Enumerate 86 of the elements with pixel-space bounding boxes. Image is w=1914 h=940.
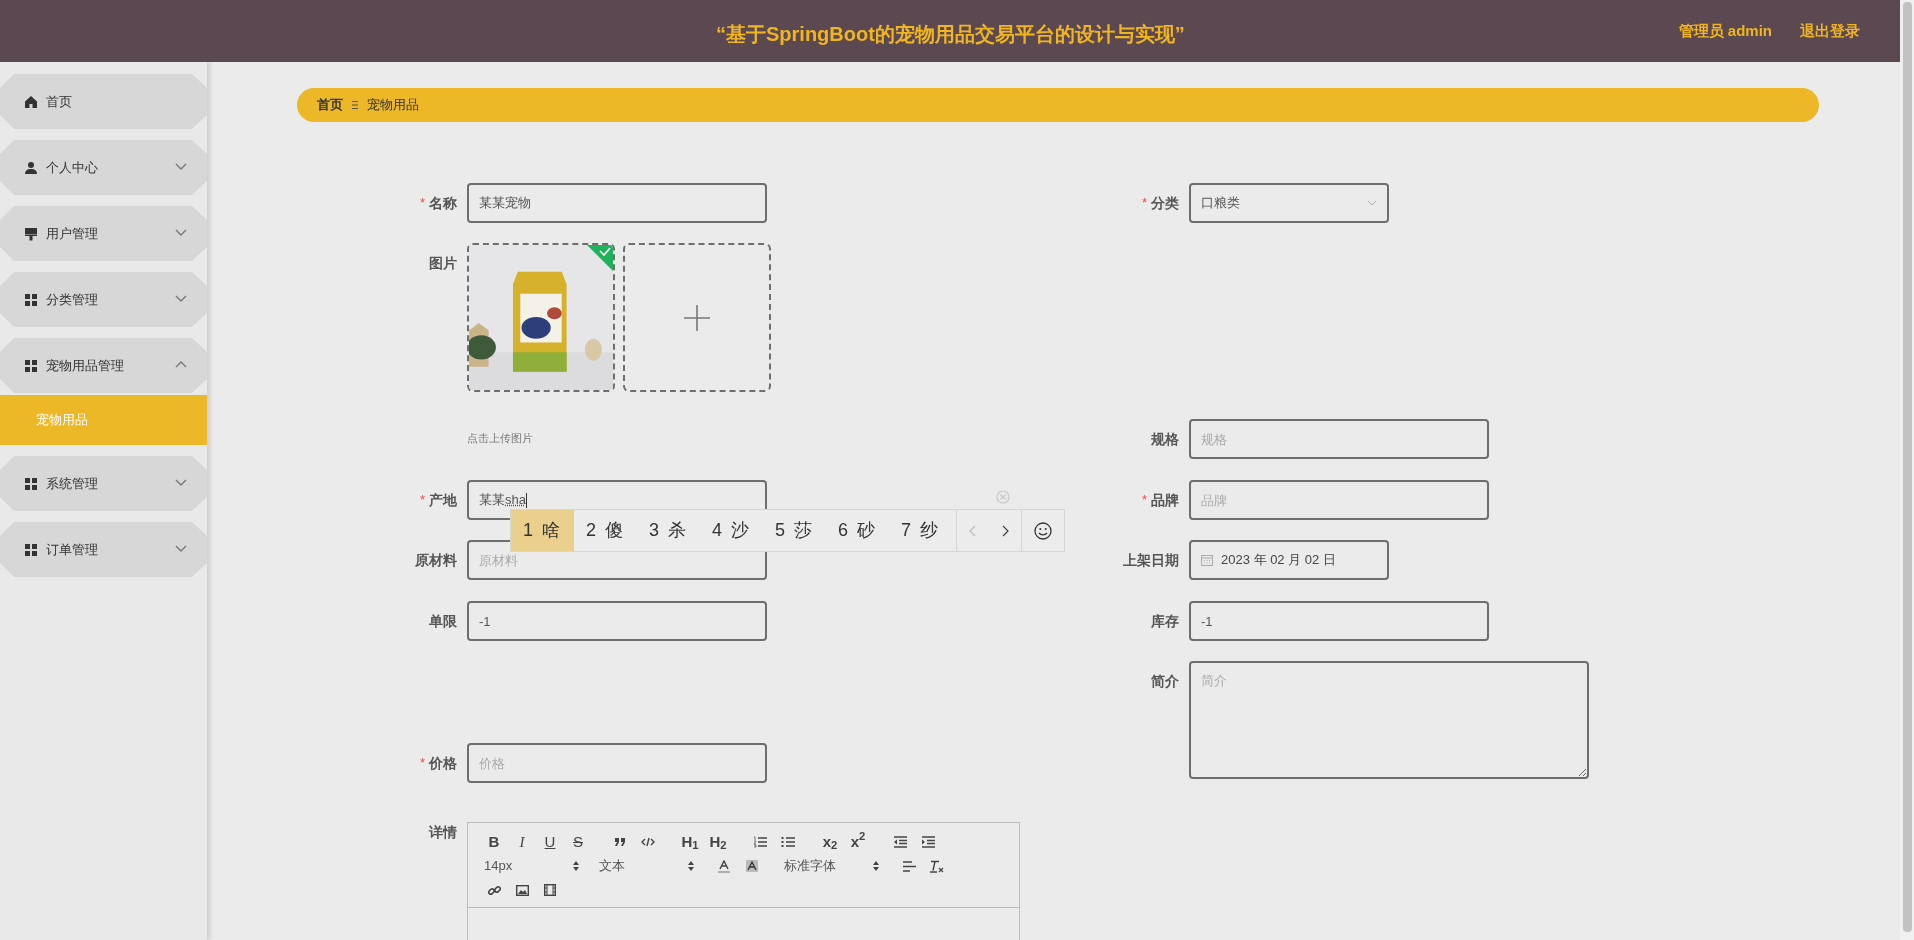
required-mark: * [419,491,425,510]
separator-icon [351,100,359,110]
highlight-icon [746,860,758,872]
field-label: 图片 [429,254,457,273]
app-title: “基于SpringBoot的宠物用品交易平台的设计与实现” [716,22,1185,47]
indent-icon [921,836,935,848]
candidate-option[interactable]: 6 砂 [826,510,890,551]
sort-arrows-icon [573,861,579,871]
logout-link[interactable]: 退出登录 [1800,19,1860,43]
input-field[interactable]: 规格 [1189,419,1489,459]
toolbar-button[interactable]: H$_{2}$ [704,831,732,853]
clear-format-icon [930,859,944,873]
toolbar-button[interactable]: x$^{2}$ [844,831,872,853]
textarea-field[interactable]: 简介 [1189,661,1589,779]
breadcrumb-link[interactable]: 首页 [317,95,343,115]
menu-item[interactable]: 用户管理 [0,206,207,261]
input-field[interactable]: -1 [467,601,767,641]
menu-item[interactable]: 宠物用品管理 [0,338,207,393]
field-label: 上架日期 [1123,550,1179,570]
grid-icon [24,542,38,557]
field-label: 简介 [1151,671,1179,691]
menu-item[interactable]: 分类管理 [0,272,207,327]
plus-icon [683,303,711,332]
menu-item[interactable]: 系统管理 [0,456,207,511]
field-label: 名称 [429,193,457,213]
upload-hint: 点击上传图片 [467,431,533,445]
field-label: 产地 [429,490,457,510]
sort-arrows-icon [873,861,879,871]
field-label: 价格 [429,753,457,773]
input-field[interactable]: 某某宠物 [467,183,767,223]
video-icon [544,884,556,896]
menu-item[interactable]: 个人中心 [0,140,207,195]
grid-icon [24,292,38,307]
user-label: 管理员 admin [1678,20,1772,41]
required-mark: * [419,754,425,773]
person-icon [24,160,38,175]
required-mark: * [419,194,425,213]
code-icon [641,837,655,847]
smiley-icon[interactable] [1034,521,1053,540]
grid-icon [24,476,38,491]
input-field[interactable]: -1 [1189,601,1489,641]
menu-item[interactable]: 订单管理 [0,522,207,577]
brush-icon [24,226,38,241]
calendar-icon [1201,554,1213,566]
scrollbar[interactable] [1900,0,1914,940]
toolbar-button[interactable]: B [480,831,508,853]
required-mark: * [1141,194,1147,213]
breadcrumb-current: 宠物用品 [367,96,419,115]
upload-button[interactable] [623,243,771,392]
toolbar-button[interactable]: I [508,831,536,853]
candidate-option[interactable]: 7 纱 [889,510,953,551]
sort-arrows-icon [688,861,694,871]
input-field[interactable]: 价格 [467,743,767,783]
toolbar-button[interactable]: S [564,831,592,853]
field-label: 库存 [1151,611,1179,631]
align-left-icon [902,860,916,872]
home-icon [24,94,38,109]
candidate-option[interactable]: 1 啥 [511,510,574,551]
chevron-right-icon[interactable] [1001,524,1010,537]
toolbar-button[interactable]: x$_{2}$ [816,831,844,853]
toolbar-picker[interactable]: 文本 [595,855,710,877]
font-color-icon [718,859,730,873]
menu-item[interactable]: 首页 [0,74,207,129]
check-corner-icon [587,245,613,271]
grid-icon [24,358,38,373]
toolbar-button[interactable]: H$_{1}$ [676,831,704,853]
required-mark: * [1141,491,1147,510]
field-label: 原材料 [415,550,457,570]
link-icon [487,883,501,897]
select-field[interactable]: 口粮类 [1189,183,1389,223]
toolbar-picker[interactable]: 14px [480,855,595,877]
input-field[interactable]: 品牌 [1189,480,1489,520]
field-label: 品牌 [1151,490,1179,510]
field-label: 分类 [1151,193,1179,213]
date-field[interactable]: 2023 年 02 月 02 日 [1189,540,1389,580]
quote-icon [614,837,626,847]
outdent-icon [893,836,907,848]
field-label: 规格 [1151,429,1179,449]
field-label: 详情 [429,823,457,842]
field-label: 单限 [429,611,457,631]
bullet-list-icon [781,836,795,848]
ordered-list-icon [753,836,767,848]
toolbar-picker[interactable]: 标准字体 [780,855,895,877]
chevron-down-icon [1367,200,1377,206]
toolbar-button[interactable]: U [536,831,564,853]
image-icon [515,884,529,896]
